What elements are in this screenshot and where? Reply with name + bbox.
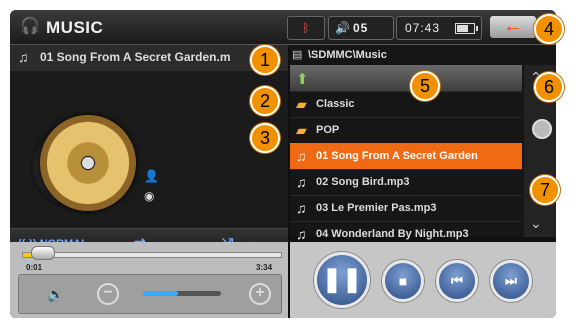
callout-7: 7 [530,175,560,205]
volume-fill [143,291,179,296]
pause-button[interactable]: ❚❚ [314,252,370,308]
cd-disc-icon [40,115,136,211]
back-button[interactable]: ← [490,16,536,38]
callout-5: 5 [410,71,440,101]
volume-up-button[interactable]: + [249,283,271,305]
parent-folder-row[interactable]: ⬆ [290,65,522,92]
progress-knob[interactable] [30,246,55,260]
now-playing-title: 01 Song From A Secret Garden.m [40,50,231,64]
row-label: Classic [316,98,355,110]
scroll-thumb[interactable] [532,119,552,139]
music-note-icon: ♫ [18,49,29,65]
row-label: 02 Song Bird.mp3 [316,176,410,188]
volume-indicator: 🔊 05 [328,16,394,40]
app-title: MUSIC [46,18,104,37]
row-label: 03 Le Premier Pas.mp3 [316,202,437,214]
now-playing-title-bar: ♫ 01 Song From A Secret Garden.m [10,45,288,71]
device-frame: 🎧 MUSIC ᛒ 🔊 05 07:43 ← ♫ 01 Song From A … [0,0,584,322]
row-label: 04 Wonderland By Night.mp3 [316,228,469,240]
progress-volume-panel: 0:01 3:34 🔈 − + [10,242,288,318]
stop-button[interactable]: ■ [382,260,424,302]
music-file-icon: ♫ [296,226,307,242]
battery-icon [455,23,478,34]
callout-6: 6 [534,72,564,102]
album-icon: ◉ [144,189,155,203]
total-time: 3:34 [256,263,273,272]
album-art-area: 👤 ◉ [10,71,288,225]
clock-indicator: 07:43 [396,16,482,40]
elapsed-time: 0:01 [26,263,43,272]
callout-4: 4 [534,14,564,44]
folder-icon: ▰ [296,122,307,138]
speaker-icon: 🔊 [335,21,350,35]
row-label: 01 Song From A Secret Garden [316,150,478,162]
music-file-icon: ♫ [296,174,307,190]
artist-icon: 👤 [144,169,159,183]
file-row[interactable]: ♫ 03 Le Premier Pas.mp3 [290,195,522,222]
bluetooth-icon[interactable]: ᛒ [287,16,325,40]
path-bar: ▤ \SDMMC\Music [290,45,556,65]
transport-controls: ❚❚ ■ ⏮ ⏭ [290,242,556,318]
battery-level [457,25,469,32]
headphones-icon: 🎧 [20,18,40,35]
music-file-icon: ♫ [296,148,307,164]
volume-down-button[interactable]: − [97,283,119,305]
file-row[interactable]: ♫ 02 Song Bird.mp3 [290,169,522,196]
folder-path-icon: ▤ [292,49,303,61]
callout-2: 2 [250,86,280,116]
current-path: \SDMMC\Music [308,49,387,61]
row-label: POP [316,124,340,136]
callout-3: 3 [250,123,280,153]
file-row[interactable]: ♫ 01 Song From A Secret Garden [290,143,522,170]
previous-button[interactable]: ⏮ [436,260,478,302]
volume-strip: 🔈 − + [18,274,282,314]
progress-track[interactable] [22,252,282,258]
callout-1: 1 [250,45,280,75]
disc-hole [82,157,94,169]
next-button[interactable]: ⏭ [490,260,532,302]
now-playing-panel: ♫ 01 Song From A Secret Garden.m 👤 ◉ ((•… [10,45,288,261]
clock-time: 07:43 [405,21,441,35]
folder-up-icon: ⬆ [296,71,309,88]
scroll-down-icon[interactable]: ⌄ [530,215,542,232]
folder-icon: ▰ [296,96,307,112]
folder-row[interactable]: ▰ POP [290,117,522,144]
volume-slider[interactable] [143,291,221,296]
speaker-icon: 🔈 [47,286,65,302]
top-bar: 🎧 MUSIC ᛒ 🔊 05 07:43 ← [10,10,556,45]
player-screen: 🎧 MUSIC ᛒ 🔊 05 07:43 ← ♫ 01 Song From A … [10,10,556,318]
music-file-icon: ♫ [296,200,307,216]
folder-row[interactable]: ▰ Classic [290,91,522,118]
volume-value: 05 [353,21,369,35]
